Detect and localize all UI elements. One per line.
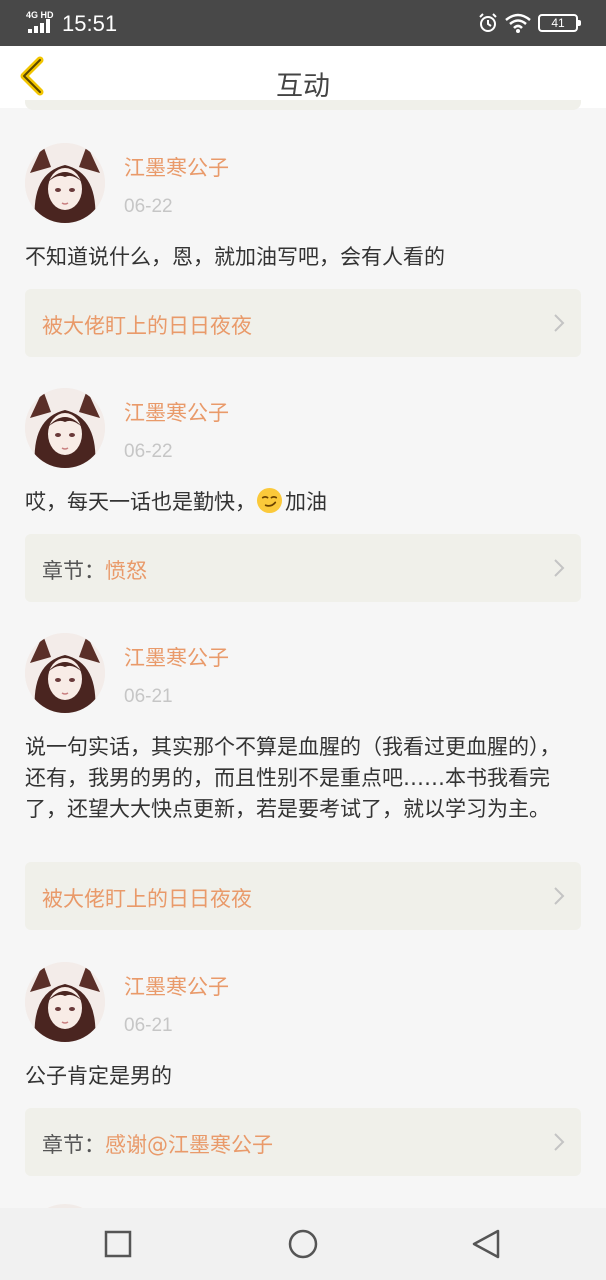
comment-date: 06-21 (124, 686, 173, 707)
chevron-right-icon (554, 887, 565, 905)
chevron-right-icon (554, 559, 565, 577)
circle-icon (288, 1229, 318, 1259)
username[interactable]: 江墨寒公子 (124, 152, 229, 182)
reference-card[interactable]: 被大佬盯上的日日夜夜 (25, 862, 581, 930)
comment-feed[interactable]: 江墨寒公子 06-22 不知道说什么，恩，就加油写吧，会有人看的 被大佬盯上的日… (0, 100, 606, 1208)
chevron-right-icon (554, 1133, 565, 1151)
comment-text: 哎，每天一话也是勤快， 加油 (25, 487, 581, 518)
nav-back-button[interactable] (468, 1226, 504, 1262)
reference-title: 感谢@江墨寒公子 (105, 1133, 273, 1157)
reference-prefix: 章节： (42, 1133, 105, 1157)
square-icon (104, 1230, 132, 1258)
username[interactable]: 江墨寒公子 (124, 642, 229, 672)
comment-date: 06-21 (124, 1015, 173, 1036)
reference-label: 被大佬盯上的日日夜夜 (42, 883, 252, 913)
comment-text: 不知道说什么，恩，就加油写吧，会有人看的 (25, 245, 445, 269)
alarm-icon (479, 13, 497, 32)
page-title: 互动 (276, 71, 330, 102)
avatar[interactable] (25, 633, 105, 713)
reference-card[interactable]: 章节：感谢@江墨寒公子 (25, 1108, 581, 1176)
reference-card[interactable]: 章节：愤怒 (25, 534, 581, 602)
battery-icon: 41 (538, 14, 581, 32)
triangle-back-icon (472, 1229, 500, 1259)
reference-card-partial[interactable] (25, 100, 581, 110)
username[interactable]: 江墨寒公子 (124, 397, 229, 427)
reference-label: 被大佬盯上的日日夜夜 (42, 310, 252, 340)
user-avatar-image (25, 633, 105, 713)
username[interactable]: 江墨寒公子 (124, 971, 229, 1001)
signal-icon (28, 19, 50, 33)
recent-apps-button[interactable] (100, 1226, 136, 1262)
reference-title: 愤怒 (105, 559, 147, 583)
reference-card[interactable]: 被大佬盯上的日日夜夜 (25, 289, 581, 357)
comment-date: 06-22 (124, 196, 173, 217)
user-avatar-image (25, 388, 105, 468)
smirk-face-icon (256, 487, 283, 514)
reference-label: 章节：愤怒 (42, 555, 147, 585)
avatar[interactable] (25, 962, 105, 1042)
chevron-right-icon (554, 314, 565, 332)
home-button[interactable] (285, 1226, 321, 1262)
reference-prefix: 章节： (42, 559, 105, 583)
reference-title: 被大佬盯上的日日夜夜 (42, 314, 252, 338)
wifi-icon (505, 13, 531, 33)
comment-text-before: 哎，每天一话也是勤快， (25, 490, 256, 514)
comment-text: 说一句实话，其实那个不算是血腥的（我看过更血腥的），还有，我男的男的，而且性别不… (25, 735, 561, 821)
app-header: 互动 (0, 46, 606, 108)
comment-text-after: 加油 (285, 490, 327, 514)
avatar[interactable] (25, 143, 105, 223)
reference-label: 章节：感谢@江墨寒公子 (42, 1129, 273, 1159)
comment-date: 06-22 (124, 441, 173, 462)
system-nav-bar (0, 1208, 606, 1280)
user-avatar-image (25, 143, 105, 223)
status-time: 15:51 (62, 11, 118, 36)
user-avatar-image (25, 962, 105, 1042)
status-bar: 4G HD 15:51 41 (0, 0, 606, 46)
avatar[interactable] (25, 388, 105, 468)
reference-title: 被大佬盯上的日日夜夜 (42, 887, 252, 911)
comment-text: 公子肯定是男的 (25, 1064, 172, 1088)
